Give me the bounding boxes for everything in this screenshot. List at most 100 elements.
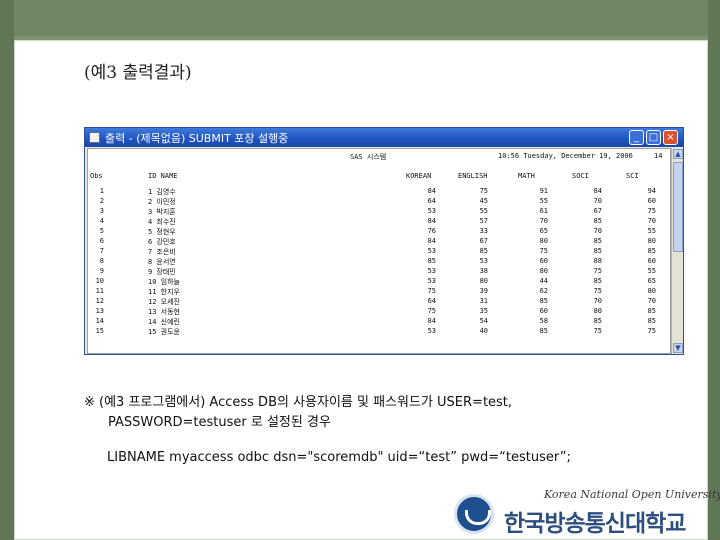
cell-soci: 67 xyxy=(593,207,602,215)
cell-math: 80 xyxy=(539,237,548,245)
cell-id-name: 13 서동현 xyxy=(148,308,180,316)
cell-id-name: 11 한지우 xyxy=(148,288,180,296)
slide-frame-top xyxy=(0,0,720,36)
id-name-header: ID NAME xyxy=(148,172,178,180)
cell-soci: 70 xyxy=(593,227,602,235)
cell-korean: 53 xyxy=(427,207,436,215)
cell-korean: 53 xyxy=(427,247,436,255)
cell-math: 65 xyxy=(539,227,548,235)
cell-english: 39 xyxy=(479,287,488,295)
cell-soci: 80 xyxy=(593,307,602,315)
cell-math: 80 xyxy=(539,267,548,275)
cell-sci: 80 xyxy=(647,237,656,245)
university-logo: Korea National Open University 한국방송통신대학교 xyxy=(450,488,720,540)
slide-frame-left xyxy=(0,0,14,540)
cell-korean: 76 xyxy=(427,227,436,235)
cell-soci: 85 xyxy=(593,237,602,245)
cell-sci: 60 xyxy=(647,197,656,205)
cell-sci: 55 xyxy=(647,267,656,275)
cell-korean: 64 xyxy=(427,197,436,205)
minimize-button[interactable]: _ xyxy=(629,130,644,145)
cell-english: 57 xyxy=(479,217,488,225)
scroll-thumb[interactable] xyxy=(673,162,683,252)
cell-id-name: 6 강민호 xyxy=(148,238,176,246)
university-english-name: Korea National Open University xyxy=(544,488,720,501)
output-text-area[interactable]: SAS 시스템 10:56 Tuesday, December 19, 2006… xyxy=(87,148,671,354)
run-datetime: 10:56 Tuesday, December 19, 2006 xyxy=(498,152,633,160)
window-title: 출력 - (제목없음) SUBMIT 포장 설행중 xyxy=(105,132,289,145)
cell-id-name: 10 임하늘 xyxy=(148,278,180,286)
vertical-scrollbar[interactable]: ▲ ▼ xyxy=(671,148,683,354)
cell-korean: 53 xyxy=(427,277,436,285)
cell-korean: 64 xyxy=(427,297,436,305)
cell-obs: 12 xyxy=(95,297,104,305)
cell-math: 85 xyxy=(539,297,548,305)
close-button[interactable]: × xyxy=(663,130,678,145)
cell-english: 55 xyxy=(479,207,488,215)
cell-id-name: 2 이민정 xyxy=(148,198,176,206)
cell-english: 85 xyxy=(479,247,488,255)
cell-obs: 11 xyxy=(95,287,104,295)
cell-soci: 88 xyxy=(593,257,602,265)
cell-soci: 75 xyxy=(593,287,602,295)
cell-id-name: 8 윤서연 xyxy=(148,258,176,266)
cell-sci: 70 xyxy=(647,297,656,305)
cell-korean: 53 xyxy=(427,267,436,275)
cell-id-name: 1 김영수 xyxy=(148,188,176,196)
cell-english: 75 xyxy=(479,187,488,195)
cell-obs: 7 xyxy=(99,247,104,255)
cell-soci: 85 xyxy=(593,317,602,325)
cell-math: 70 xyxy=(539,217,548,225)
cell-math: 85 xyxy=(539,327,548,335)
window-titlebar[interactable]: 출력 - (제목없음) SUBMIT 포장 설행중 _ □ × xyxy=(85,128,683,147)
cell-soci: 70 xyxy=(593,197,602,205)
math-header: MATH xyxy=(518,172,535,180)
cell-korean: 84 xyxy=(427,317,436,325)
slide-caption: ※ (예3 프로그램에서) Access DB의 사용자이름 및 패스워드가 U… xyxy=(84,393,512,433)
scroll-down-icon[interactable]: ▼ xyxy=(673,343,683,353)
cell-sci: 85 xyxy=(647,247,656,255)
cell-sci: 75 xyxy=(647,327,656,335)
cell-math: 60 xyxy=(539,257,548,265)
cell-id-name: 14 신예린 xyxy=(148,318,180,326)
cell-korean: 75 xyxy=(427,307,436,315)
cell-sci: 85 xyxy=(647,317,656,325)
scroll-up-icon[interactable]: ▲ xyxy=(673,149,683,159)
cell-korean: 75 xyxy=(427,287,436,295)
cell-obs: 14 xyxy=(95,317,104,325)
output-window-icon xyxy=(89,132,100,143)
cell-english: 33 xyxy=(479,227,488,235)
cell-soci: 75 xyxy=(593,267,602,275)
cell-sci: 80 xyxy=(647,287,656,295)
cell-math: 58 xyxy=(539,317,548,325)
cell-sci: 70 xyxy=(647,217,656,225)
cell-soci: 84 xyxy=(593,187,602,195)
cell-id-name: 15 권도윤 xyxy=(148,328,180,336)
cell-obs: 9 xyxy=(99,267,104,275)
cell-math: 61 xyxy=(539,207,548,215)
university-emblem-icon xyxy=(454,494,494,534)
cell-english: 67 xyxy=(479,237,488,245)
cell-soci: 85 xyxy=(593,217,602,225)
sci-header: SCI xyxy=(626,172,639,180)
cell-obs: 8 xyxy=(99,257,104,265)
maximize-button[interactable]: □ xyxy=(646,130,661,145)
english-header: ENGLISH xyxy=(458,172,488,180)
cell-korean: 84 xyxy=(427,237,436,245)
soci-header: SOCI xyxy=(572,172,589,180)
cell-obs: 4 xyxy=(99,217,104,225)
cell-sci: 60 xyxy=(647,257,656,265)
cell-obs: 5 xyxy=(99,227,104,235)
cell-id-name: 5 정현우 xyxy=(148,228,176,236)
cell-obs: 2 xyxy=(99,197,104,205)
slide-frame-right xyxy=(708,0,720,540)
cell-obs: 6 xyxy=(99,237,104,245)
cell-sci: 85 xyxy=(647,307,656,315)
cell-sci: 55 xyxy=(647,227,656,235)
cell-korean: 85 xyxy=(427,257,436,265)
cell-obs: 1 xyxy=(99,187,104,195)
obs-header: Obs xyxy=(90,172,103,180)
cell-english: 35 xyxy=(479,307,488,315)
university-korean-name: 한국방송통신대학교 xyxy=(504,511,686,537)
sas-system-label: SAS 시스템 xyxy=(350,153,387,161)
